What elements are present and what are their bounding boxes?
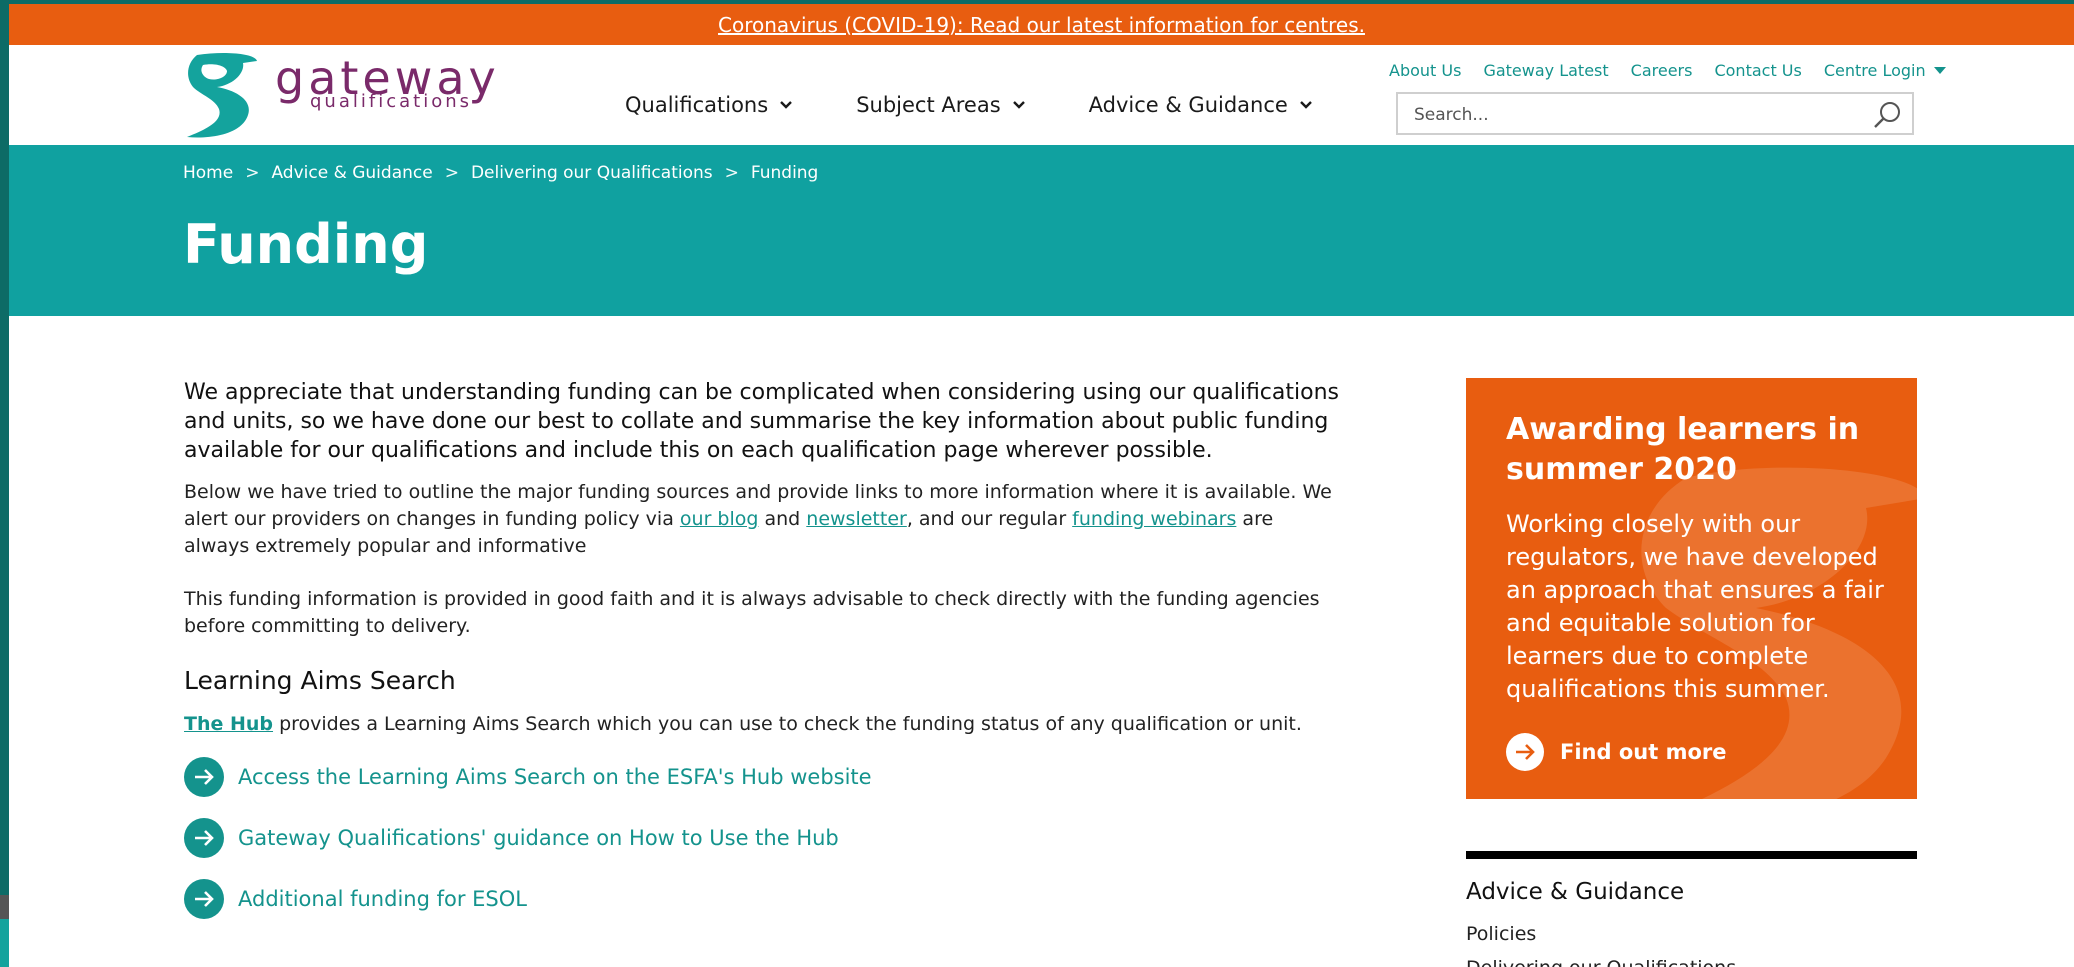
utility-nav: About Us Gateway Latest Careers Contact … [1389, 61, 1946, 80]
the-hub-link[interactable]: The Hub [184, 713, 273, 735]
chevron-down-icon [1012, 101, 1025, 109]
sidebar-title: Advice & Guidance [1466, 879, 1685, 905]
hub-guidance-link[interactable]: Gateway Qualifications' guidance on How … [184, 818, 1344, 858]
search-box [1396, 92, 1914, 135]
awarding-promo-card[interactable]: Awarding learners in summer 2020 Working… [1466, 378, 1917, 799]
logo-subtitle: qualifications [310, 91, 472, 112]
our-blog-link[interactable]: our blog [680, 508, 759, 530]
window-edge [0, 0, 9, 967]
breadcrumb-separator: > [724, 163, 739, 183]
text-segment: and [758, 508, 807, 530]
find-out-more-label: Find out more [1560, 740, 1727, 764]
breadcrumb-delivering[interactable]: Delivering our Qualifications [471, 163, 713, 183]
gateway-logo[interactable]: gateway qualifications [183, 51, 533, 139]
nav-qualifications[interactable]: Qualifications [625, 93, 794, 117]
arrow-right-circle-icon [184, 757, 224, 797]
breadcrumb: Home > Advice & Guidance > Delivering ou… [183, 163, 818, 183]
breadcrumb-current: Funding [750, 163, 819, 183]
search-icon[interactable] [1872, 100, 1902, 130]
link-label: Additional funding for ESOL [238, 887, 527, 911]
gateway-g-logo-icon [187, 53, 257, 138]
text-segment: , and our regular [906, 508, 1073, 530]
main-nav: Qualifications Subject Areas Advice & Gu… [625, 93, 1376, 117]
promo-title: Awarding learners in summer 2020 [1506, 412, 1860, 487]
learning-aims-search-link[interactable]: Access the Learning Aims Search on the E… [184, 757, 1344, 797]
nav-subject-areas[interactable]: Subject Areas [856, 93, 1026, 117]
breadcrumb-advice-guidance[interactable]: Advice & Guidance [271, 163, 432, 183]
breadcrumb-separator: > [245, 163, 260, 183]
funding-sources-paragraph: Below we have tried to outline the major… [184, 479, 1344, 560]
covid-banner-link[interactable]: Coronavirus (COVID-19): Read our latest … [718, 13, 1365, 37]
arrow-right-circle-icon [184, 879, 224, 919]
hub-paragraph: The Hub provides a Learning Aims Search … [184, 713, 1344, 735]
chevron-down-icon [780, 101, 793, 109]
link-label: Gateway Qualifications' guidance on How … [238, 826, 839, 850]
funding-webinars-link[interactable]: funding webinars [1072, 508, 1236, 530]
esol-funding-link[interactable]: Additional funding for ESOL [184, 879, 1344, 919]
breadcrumb-home[interactable]: Home [183, 163, 233, 183]
centre-login-label: Centre Login [1823, 61, 1926, 80]
window-edge-mark [0, 895, 9, 919]
centre-login-dropdown[interactable]: Centre Login [1824, 61, 1946, 80]
find-out-more-link[interactable]: Find out more [1506, 733, 1726, 771]
utility-gateway-latest[interactable]: Gateway Latest [1483, 61, 1608, 80]
promo-body: Working closely with our regulators, we … [1506, 510, 1884, 703]
search-input[interactable] [1412, 102, 1856, 128]
sidebar-item-policies[interactable]: Policies [1466, 923, 1917, 945]
arrow-right-circle-icon [1506, 733, 1544, 771]
page-hero: Home > Advice & Guidance > Delivering ou… [9, 145, 2074, 316]
nav-subject-areas-label: Subject Areas [856, 93, 1001, 117]
utility-careers[interactable]: Careers [1631, 61, 1693, 80]
arrow-right-circle-icon [184, 818, 224, 858]
chevron-down-icon [1299, 101, 1312, 109]
nav-advice-guidance-label: Advice & Guidance [1088, 93, 1288, 117]
nav-qualifications-label: Qualifications [625, 93, 769, 117]
text-segment: provides a Learning Aims Search which yo… [273, 713, 1302, 735]
nav-advice-guidance[interactable]: Advice & Guidance [1089, 93, 1314, 117]
page-title: Funding [183, 213, 429, 276]
covid-banner: Coronavirus (COVID-19): Read our latest … [9, 0, 2074, 45]
page-frame: Coronavirus (COVID-19): Read our latest … [0, 0, 2074, 967]
newsletter-link[interactable]: newsletter [806, 508, 907, 530]
sidebar-item-delivering[interactable]: Delivering our Qualifications [1466, 957, 1917, 967]
sidebar-nav: Advice & Guidance Policies Delivering ou… [1466, 851, 1917, 967]
disclaimer-paragraph: This funding information is provided in … [184, 588, 1320, 637]
utility-about-us[interactable]: About Us [1389, 61, 1461, 80]
caret-down-icon [1933, 66, 1946, 74]
lead-paragraph: We appreciate that understanding funding… [184, 380, 1339, 463]
learning-aims-heading: Learning Aims Search [184, 666, 456, 695]
utility-contact-us[interactable]: Contact Us [1714, 61, 1801, 80]
link-label: Access the Learning Aims Search on the E… [238, 765, 872, 789]
site-header: gateway qualifications Qualifications Su… [9, 45, 2074, 145]
main-content: We appreciate that understanding funding… [184, 378, 1344, 940]
breadcrumb-separator: > [444, 163, 459, 183]
